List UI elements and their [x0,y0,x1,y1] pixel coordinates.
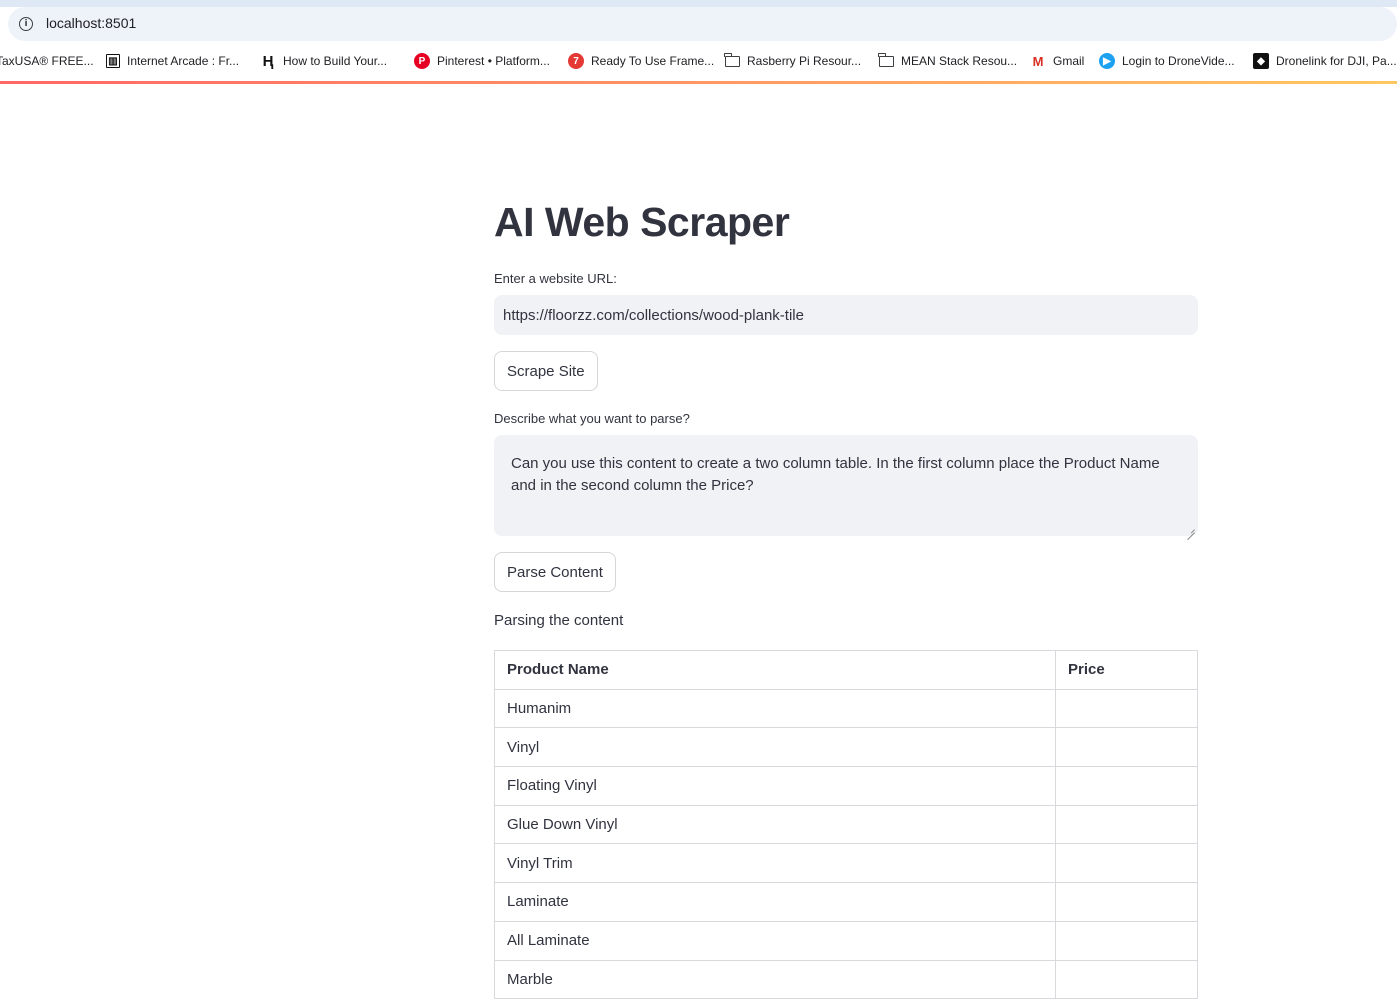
pinterest-icon: P [414,53,430,69]
site-info-icon[interactable]: i [19,17,33,31]
archive-icon: ▥ [106,54,120,68]
bookmark-rasberry-pi[interactable]: Rasberry Pi Resour... [724,50,861,72]
table-row: Humanim [494,688,1198,729]
address-bar[interactable] [8,7,1397,41]
price-cell [1055,804,1198,845]
seven-icon: 7 [568,53,584,69]
column-header-product-name: Product Name [494,650,1056,690]
bookmark-ready-to-use[interactable]: 7 Ready To Use Frame... [568,50,714,72]
table-row: Vinyl Trim [494,843,1198,884]
table-row: Floating Vinyl [494,766,1198,806]
bookmark-label: TaxUSA® FREE... [0,54,94,68]
dronelink-icon: ◆ [1253,53,1269,69]
bookmark-gmail[interactable]: M Gmail [1030,50,1085,72]
gmail-icon: M [1032,53,1044,69]
product-name-cell: All Laminate [494,920,1056,961]
bookmark-taxusa[interactable]: TaxUSA® FREE... [0,50,94,72]
bookmark-label: Gmail [1053,54,1085,68]
parse-description-value: Can you use this content to create a two… [511,455,1160,494]
price-cell [1055,727,1198,768]
bookmark-how-to-build[interactable]: Ⱨ How to Build Your... [260,50,387,72]
parse-content-button[interactable]: Parse Content [494,552,616,592]
table-row: Marble [494,959,1198,999]
product-name-cell: Vinyl [494,727,1056,768]
price-cell [1055,843,1198,884]
price-cell [1055,766,1198,806]
bookmark-dronevideo[interactable]: ▶ Login to DroneVide... [1099,50,1235,72]
bookmark-pinterest[interactable]: P Pinterest • Platform... [414,50,550,72]
folder-icon [724,52,740,69]
table-row: Laminate [494,882,1198,922]
product-name-cell: Laminate [494,882,1056,922]
bookmark-label: Ready To Use Frame... [591,54,715,68]
price-cell [1055,688,1198,729]
url-input[interactable]: https://floorzz.com/collections/wood-pla… [494,295,1198,335]
play-icon: ▶ [1099,53,1115,69]
browser-chrome: i localhost:8501 TaxUSA® FREE... ▥ Inter… [0,0,1397,84]
bookmark-label: Rasberry Pi Resour... [747,54,862,68]
product-name-cell: Floating Vinyl [494,766,1056,806]
bookmark-label: Internet Arcade : Fr... [127,54,240,68]
product-name-cell: Vinyl Trim [494,843,1056,884]
results-table: Product Name Price Humanim Vinyl Floatin… [494,650,1198,999]
bookmark-dronelink[interactable]: ◆ Dronelink for DJI, Pa... [1253,50,1397,72]
address-bar-url[interactable]: localhost:8501 [46,15,136,31]
folder-icon [878,52,894,69]
bookmarks-bar: TaxUSA® FREE... ▥ Internet Arcade : Fr..… [0,50,1397,72]
table-row: Vinyl [494,727,1198,768]
price-cell [1055,920,1198,961]
bookmark-mean-stack[interactable]: MEAN Stack Resou... [878,50,1017,72]
bookmark-label: Pinterest • Platform... [437,54,550,68]
parse-description-textarea[interactable]: Can you use this content to create a two… [494,435,1198,536]
url-input-label: Enter a website URL: [494,271,617,286]
column-header-price: Price [1055,650,1198,690]
bookmark-internet-arcade[interactable]: ▥ Internet Arcade : Fr... [106,50,239,72]
product-name-cell: Marble [494,959,1056,999]
scrape-site-button[interactable]: Scrape Site [494,351,598,391]
price-cell [1055,882,1198,922]
bookmark-label: Login to DroneVide... [1122,54,1235,68]
price-cell [1055,959,1198,999]
bookmark-label: MEAN Stack Resou... [901,54,1018,68]
table-row: Glue Down Vinyl [494,804,1198,845]
app-header-accent-bar [0,81,1397,84]
product-name-cell: Humanim [494,688,1056,729]
page-title: AI Web Scraper [494,199,790,245]
h-logo-icon: Ⱨ [260,53,276,70]
parsing-status-text: Parsing the content [494,612,624,629]
tab-strip [0,0,1397,7]
table-header-row: Product Name Price [494,650,1198,690]
url-input-value: https://floorzz.com/collections/wood-pla… [503,306,804,324]
bookmark-label: How to Build Your... [283,54,388,68]
parse-description-label: Describe what you want to parse? [494,411,690,426]
bookmark-label: Dronelink for DJI, Pa... [1276,54,1397,68]
table-row: All Laminate [494,920,1198,961]
resize-handle-icon[interactable] [1187,525,1195,533]
product-name-cell: Glue Down Vinyl [494,804,1056,845]
